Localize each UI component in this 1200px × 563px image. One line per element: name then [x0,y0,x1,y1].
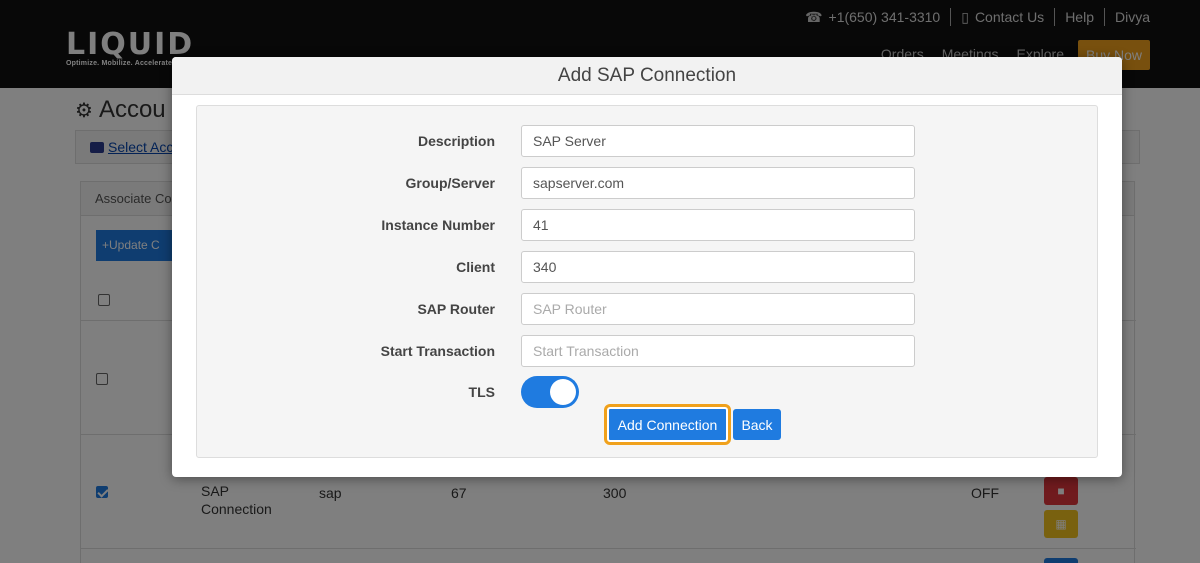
form-row-tls: TLS [197,375,1099,409]
start-transaction-label: Start Transaction [380,343,495,359]
back-button[interactable]: Back [733,409,781,440]
client-label: Client [456,259,495,275]
tls-label: TLS [468,384,495,400]
form-row-sap-router: SAP Router [197,292,1099,326]
sap-router-input[interactable] [521,293,915,325]
connection-form: Description Group/Server Instance Number… [196,105,1098,458]
form-row-instance-number: Instance Number [197,208,1099,242]
sap-router-label: SAP Router [417,301,495,317]
modal-title: Add SAP Connection [172,57,1122,95]
form-row-start-transaction: Start Transaction [197,334,1099,368]
instance-number-input[interactable] [521,209,915,241]
group-server-input[interactable] [521,167,915,199]
add-connection-button[interactable]: Add Connection [604,404,731,445]
toggle-knob [550,379,576,405]
start-transaction-input[interactable] [521,335,915,367]
description-label: Description [417,133,495,149]
tls-toggle[interactable] [521,376,579,408]
form-row-group-server: Group/Server [197,166,1099,200]
group-server-label: Group/Server [405,175,495,191]
instance-number-label: Instance Number [381,217,495,233]
form-row-description: Description [197,124,1099,158]
form-row-client: Client [197,250,1099,284]
client-input[interactable] [521,251,915,283]
description-input[interactable] [521,125,915,157]
add-sap-connection-modal: Add SAP Connection Description Group/Ser… [172,57,1122,477]
